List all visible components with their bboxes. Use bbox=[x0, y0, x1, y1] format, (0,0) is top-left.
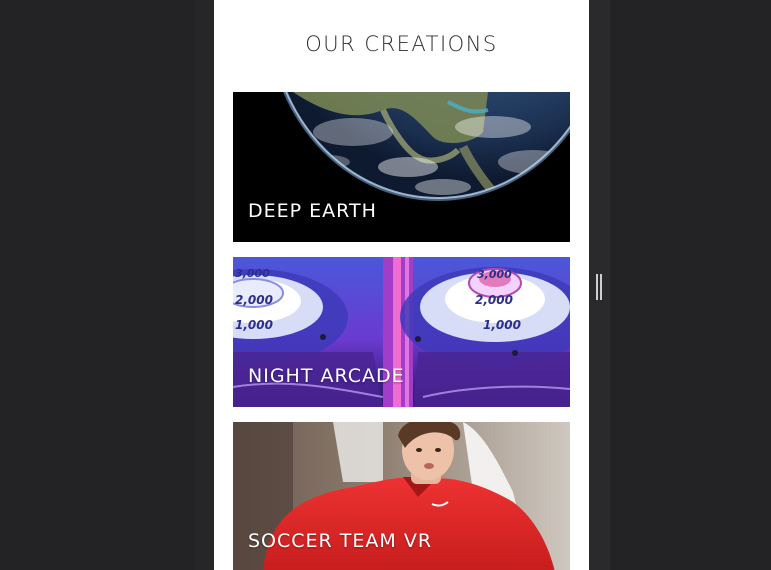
mobile-viewport: OUR CREATIONS DEEP EARTH 3,000 2,000 1,0… bbox=[214, 0, 589, 570]
left-gutter-shade bbox=[194, 0, 214, 570]
creation-card-soccer-team-vr[interactable]: SOCCER TEAM VR bbox=[233, 422, 570, 570]
creation-card-label: DEEP EARTH bbox=[248, 200, 377, 222]
svg-text:3,000: 3,000 bbox=[235, 267, 270, 280]
resize-grip-line bbox=[600, 274, 602, 300]
svg-text:1,000: 1,000 bbox=[235, 318, 273, 332]
creation-card-deep-earth[interactable]: DEEP EARTH bbox=[233, 92, 570, 242]
svg-text:2,000: 2,000 bbox=[475, 293, 513, 307]
svg-text:1,000: 1,000 bbox=[483, 318, 521, 332]
svg-text:2,000: 2,000 bbox=[235, 293, 273, 307]
creation-card-label: NIGHT ARCADE bbox=[248, 365, 405, 387]
right-gutter bbox=[589, 0, 771, 570]
viewport-resize-handle[interactable] bbox=[596, 274, 602, 300]
left-gutter bbox=[0, 0, 214, 570]
page-title: OUR CREATIONS bbox=[305, 32, 498, 56]
creation-card-label: SOCCER TEAM VR bbox=[248, 530, 433, 552]
svg-text:3,000: 3,000 bbox=[477, 268, 512, 281]
creation-card-night-arcade[interactable]: 3,000 2,000 1,000 3,000 2,000 1,000 NIGH… bbox=[233, 257, 570, 407]
resize-grip-line bbox=[596, 274, 598, 300]
